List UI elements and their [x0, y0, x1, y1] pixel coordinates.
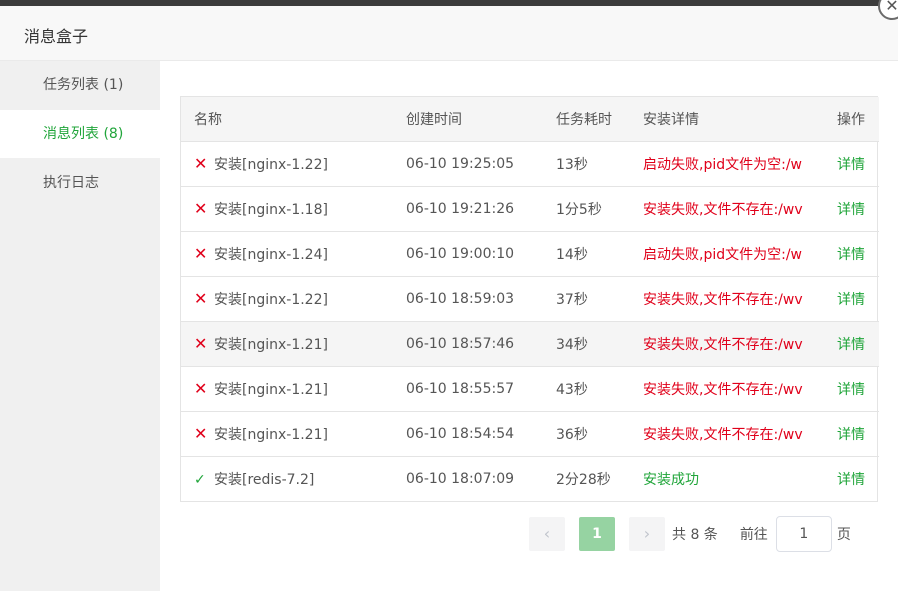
cell-detail: 安装失败,文件不存在:/wv: [630, 321, 824, 367]
cell-action: 详情: [824, 366, 879, 412]
cell-name: ✓ 安装[redis-7.2]: [181, 456, 393, 501]
next-page-button[interactable]: ›: [629, 517, 665, 551]
main-content: 名称 创建时间 任务耗时 安装详情 操作 ✕ 安装[nginx-1.22] 06-…: [160, 61, 898, 591]
cell-time: 06-10 18:54:54: [393, 411, 543, 457]
task-name: 安装[nginx-1.21]: [214, 381, 328, 398]
task-name: 安装[nginx-1.22]: [214, 156, 328, 173]
detail-link[interactable]: 详情: [837, 292, 865, 308]
table-row: ✕ 安装[nginx-1.18] 06-10 19:21:26 1分5秒 安装失败…: [181, 186, 879, 232]
table-row: ✕ 安装[nginx-1.21] 06-10 18:54:54 36秒 安装失败,…: [181, 411, 879, 457]
check-icon: ✓: [194, 471, 206, 488]
sidebar-item-message-list[interactable]: 消息列表 (8): [0, 110, 160, 158]
cell-duration: 37秒: [543, 276, 630, 322]
detail-link[interactable]: 详情: [837, 382, 865, 398]
total-count: 共 8 条: [672, 527, 718, 543]
cell-detail: 启动失败,pid文件为空:/w: [630, 141, 824, 187]
cell-action: 详情: [824, 411, 879, 457]
cell-action: 详情: [824, 276, 879, 322]
detail-link[interactable]: 详情: [837, 202, 865, 218]
message-table: 名称 创建时间 任务耗时 安装详情 操作 ✕ 安装[nginx-1.22] 06-…: [180, 96, 879, 502]
table-row: ✓ 安装[redis-7.2] 06-10 18:07:09 2分28秒 安装成功…: [181, 456, 879, 501]
cell-detail: 安装失败,文件不存在:/wv: [630, 276, 824, 322]
task-name: 安装[nginx-1.18]: [214, 201, 328, 218]
task-name: 安装[nginx-1.22]: [214, 291, 328, 308]
task-name: 安装[nginx-1.21]: [214, 336, 328, 353]
detail-link[interactable]: 详情: [837, 157, 865, 173]
detail-link[interactable]: 详情: [837, 427, 865, 443]
column-header-action: 操作: [824, 97, 879, 142]
fail-icon: ✕: [194, 378, 208, 398]
table-row: ✕ 安装[nginx-1.21] 06-10 18:57:46 34秒 安装失败,…: [181, 321, 879, 367]
column-header-created-time: 创建时间: [393, 97, 543, 142]
detail-link[interactable]: 详情: [837, 247, 865, 263]
cell-name: ✕ 安装[nginx-1.22]: [181, 141, 393, 187]
cell-detail: 安装失败,文件不存在:/wv: [630, 366, 824, 412]
task-name: 安装[redis-7.2]: [214, 471, 315, 488]
cell-name: ✕ 安装[nginx-1.22]: [181, 276, 393, 322]
prev-page-button[interactable]: ‹: [529, 517, 565, 551]
cell-time: 06-10 18:55:57: [393, 366, 543, 412]
column-header-install-detail: 安装详情: [630, 97, 824, 142]
goto-label: 前往: [739, 527, 768, 543]
cell-name: ✕ 安装[nginx-1.24]: [181, 231, 393, 277]
cell-action: 详情: [824, 141, 879, 187]
cell-action: 详情: [824, 456, 879, 501]
cell-name: ✕ 安装[nginx-1.21]: [181, 411, 393, 457]
cell-time: 06-10 18:57:46: [393, 321, 543, 367]
fail-icon: ✕: [194, 153, 208, 173]
cell-name: ✕ 安装[nginx-1.18]: [181, 186, 393, 232]
cell-duration: 13秒: [543, 141, 630, 187]
cell-time: 06-10 19:00:10: [393, 231, 543, 277]
cell-time: 06-10 18:07:09: [406, 470, 515, 487]
dialog-title: 消息盒子: [24, 27, 89, 46]
detail-link[interactable]: 详情: [837, 337, 865, 353]
page-number-current[interactable]: 1: [579, 517, 615, 551]
fail-icon: ✕: [194, 243, 208, 263]
fail-icon: ✕: [194, 198, 208, 218]
task-name: 安装[nginx-1.21]: [214, 426, 328, 443]
column-header-name: 名称: [181, 97, 393, 142]
cell-duration: 36秒: [543, 411, 630, 457]
fail-icon: ✕: [194, 288, 208, 308]
cell-name: ✕ 安装[nginx-1.21]: [181, 366, 393, 412]
dialog-header: 消息盒子: [0, 6, 898, 61]
cell-duration: 43秒: [543, 366, 630, 412]
cell-detail: 安装失败,文件不存在:/wv: [630, 411, 824, 457]
sidebar-item-task-list[interactable]: 任务列表 (1): [0, 61, 160, 109]
cell-duration: 1分5秒: [543, 186, 630, 232]
cell-detail: 安装失败,文件不存在:/wv: [630, 186, 824, 232]
column-header-duration: 任务耗时: [543, 97, 630, 142]
cell-duration: 2分28秒: [556, 471, 611, 488]
cell-name: ✕ 安装[nginx-1.21]: [181, 321, 393, 367]
detail-link[interactable]: 详情: [837, 472, 865, 488]
cell-time: 06-10 18:59:03: [393, 276, 543, 322]
cell-action: 详情: [824, 186, 879, 232]
cell-time: 06-10 19:21:26: [393, 186, 543, 232]
task-name: 安装[nginx-1.24]: [214, 246, 328, 263]
cell-action: 详情: [824, 231, 879, 277]
cell-action: 详情: [824, 321, 879, 367]
table-header-row: 名称 创建时间 任务耗时 安装详情 操作: [181, 97, 879, 142]
goto-page-input[interactable]: [775, 516, 832, 552]
pagination: ‹ 1 › 共 8 条 前往 页: [529, 516, 851, 552]
fail-icon: ✕: [194, 333, 208, 353]
table-row: ✕ 安装[nginx-1.21] 06-10 18:55:57 43秒 安装失败,…: [181, 366, 879, 412]
table-row: ✕ 安装[nginx-1.22] 06-10 18:59:03 37秒 安装失败,…: [181, 276, 879, 322]
sidebar: 任务列表 (1) 消息列表 (8) 执行日志: [0, 61, 160, 591]
page-unit-label: 页: [836, 527, 851, 543]
cell-duration: 14秒: [543, 231, 630, 277]
table-row: ✕ 安装[nginx-1.24] 06-10 19:00:10 14秒 启动失败,…: [181, 231, 879, 277]
fail-icon: ✕: [194, 423, 208, 443]
cell-detail: 安装成功: [643, 471, 699, 488]
cell-duration: 34秒: [543, 321, 630, 367]
cell-time: 06-10 19:25:05: [393, 141, 543, 187]
table-row: ✕ 安装[nginx-1.22] 06-10 19:25:05 13秒 启动失败,…: [181, 141, 879, 187]
sidebar-item-execution-log[interactable]: 执行日志: [0, 159, 160, 207]
cell-detail: 启动失败,pid文件为空:/w: [630, 231, 824, 277]
